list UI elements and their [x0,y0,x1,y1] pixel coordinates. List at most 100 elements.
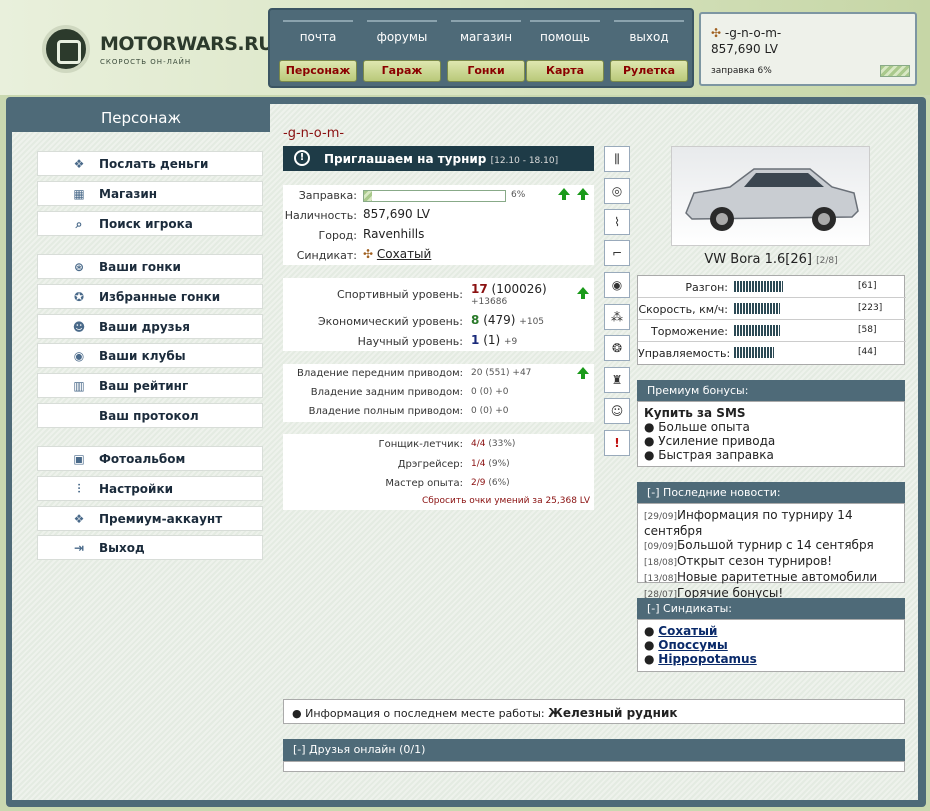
premium-buy-sms[interactable]: Купить за SMS [644,406,898,420]
drive-label: Владение задним приводом: [310,387,463,398]
stat-row-braking: Торможение: [58] [638,320,906,342]
drive-value: 0 [471,387,477,397]
syndicate-link[interactable]: ✣ Сохатый [363,247,431,261]
stat-value: [44] [858,347,877,357]
stat-label: Скорость, км/ч: [638,303,728,316]
drive-delta: +0 [495,387,509,397]
upgrade-arrow-icon[interactable] [577,188,589,200]
news-date: [09/09] [644,542,677,552]
syndicate-link[interactable]: Hippopotamus [658,652,756,666]
skill-count: 1/4 [471,459,486,469]
upgrade-arrow-icon[interactable] [577,367,589,379]
premium-item: ● Больше опыта [644,420,750,434]
car-image[interactable] [671,146,870,246]
reset-skills-link[interactable]: Сбросить очки умений за 25,368 LV [422,496,590,506]
spoiler-icon[interactable]: ⌐ [604,240,630,266]
profile-name: -g-n-o-m- [283,126,345,141]
news-text: Новые раритетные автомобили [676,570,878,584]
nav-link-shop[interactable]: магазин [451,30,521,44]
last-work-info: ● Информация о последнем месте работы: Ж… [283,699,905,724]
sidebar-item-friends[interactable]: ☻ Ваши друзья [37,314,263,339]
sidebar-item-label: Ваши друзья [99,320,190,334]
exhaust-icon[interactable]: ⌇ [604,209,630,235]
sidebar-item-clubs[interactable]: ◉ Ваши клубы [37,343,263,368]
news-header[interactable]: [-] Последние новости: [637,482,905,503]
skill-count: 4/4 [471,439,486,449]
syndicate-link[interactable]: Опоссумы [658,638,727,652]
news-text: Открыт сезон турниров! [676,554,833,568]
news-item[interactable]: [13/08]Новые раритетные автомобили [644,570,898,586]
tournament-invite[interactable]: ! Приглашаем на турнир [12.10 - 18.10] [283,146,594,171]
sidebar-item-exit[interactable]: ⇥ Выход [37,535,263,560]
brake-disc-icon[interactable]: ◉ [604,272,630,298]
nav-link-mail[interactable]: почта [283,30,353,44]
logo-icon[interactable] [42,25,90,73]
steering-wheel-icon: ⊛ [73,260,85,274]
nav-button-roulette[interactable]: Рулетка [610,60,688,82]
sidebar-item-label: Ваши гонки [99,260,181,274]
user-name[interactable]: ✣ -g-n-o-m- [711,26,781,40]
science-level: 1 (1) +9 [471,333,517,347]
seat-icon[interactable]: ♜ [604,367,630,393]
clubs-icon: ◉ [73,349,85,363]
upgrade-arrow-icon[interactable] [558,188,570,200]
skill-value: 4/4 (33%) [471,439,515,449]
nav-button-races[interactable]: Гонки [447,60,525,82]
premium-item-text: Усиление привода [658,434,776,448]
skill-label: Гонщик-летчик: [378,439,463,450]
economic-level: 8 (479) +105 [471,313,544,327]
nav-button-map[interactable]: Карта [526,60,604,82]
sidebar-item-your-races[interactable]: ⊛ Ваши гонки [37,254,263,279]
news-item[interactable]: [29/09]Информация по турниру 14 сентября [644,508,898,538]
sidebar-item-send-money[interactable]: ❖ Послать деньги [37,151,263,176]
news-item[interactable]: [09/09]Большой турнир с 14 сентября [644,538,898,554]
news-item[interactable]: [18/08]Открыт сезон турниров! [644,554,898,570]
drive-label: Владение передним приводом: [296,368,463,379]
news-text: Большой турнир с 14 сентября [676,538,874,552]
sidebar-item-search-player[interactable]: ⌕ Поиск игрока [37,211,263,236]
nav-separator [530,20,600,22]
cash-value: 857,690 LV [363,207,431,221]
turbo-icon[interactable]: ❂ [604,335,630,361]
skills-panel: Гонщик-летчик: 4/4 (33%) Дрэгрейсер: 1/4… [283,434,594,510]
nav-button-character[interactable]: Персонаж [279,60,357,82]
syndicate-link[interactable]: Сохатый [658,624,717,638]
nav-link-forums[interactable]: форумы [367,30,437,44]
sidebar-item-photo-album[interactable]: ▣ Фотоальбом [37,446,263,471]
work-text: ● Информация о последнем месте работы: Ж… [292,706,678,720]
nav-button-garage[interactable]: Гараж [363,60,441,82]
front-drive-value: 20 (551) +47 [471,368,531,378]
work-label: Информация о последнем месте работы: [305,707,545,720]
brand-name[interactable]: MOTORWARS.RU [100,33,274,55]
rear-drive-value: 0 (0) +0 [471,387,509,397]
work-value: Железный рудник [548,706,678,720]
syndicates-header[interactable]: [-] Синдикаты: [637,598,905,619]
money-icon: ❖ [73,157,85,171]
alert-icon[interactable]: ! [604,430,630,456]
stat-bar [734,303,780,314]
sidebar-item-shop[interactable]: ▦ Магазин [37,181,263,206]
nav-link-help[interactable]: помощь [530,30,600,44]
camshaft-icon[interactable]: ⁂ [604,304,630,330]
shock-absorber-icon[interactable]: ⫼ [604,146,630,172]
sidebar-item-settings[interactable]: ⫶ Настройки [37,476,263,501]
sidebar-item-protocol[interactable]: Ваш протокол [37,403,263,428]
tire-icon[interactable]: ◎ [604,178,630,204]
invite-dates: [12.10 - 18.10] [490,156,559,166]
nav-separator [614,20,684,22]
friends-online-header[interactable]: [-] Друзья онлайн (0/1) [283,739,905,761]
sidebar-item-premium[interactable]: ❖ Премиум-аккаунт [37,506,263,531]
level-label: Научный уровень: [357,335,463,348]
car-slot: [2/8] [816,256,838,266]
sidebar-item-favorite-races[interactable]: ✪ Избранные гонки [37,284,263,309]
sidebar-item-label: Ваш протокол [99,409,199,423]
drive-label: Владение полным приводом: [308,406,463,417]
drive-delta: +0 [495,406,509,416]
driver-icon[interactable]: ☺ [604,398,630,424]
upgrade-arrow-icon[interactable] [577,287,589,299]
news-date: [18/08] [644,558,677,568]
brand-tagline: СКОРОСТЬ ОН-ЛАЙН [100,58,192,66]
stat-label: Управляемость: [638,347,731,360]
nav-link-logout[interactable]: выход [614,30,684,44]
sidebar-item-rating[interactable]: ▥ Ваш рейтинг [37,373,263,398]
